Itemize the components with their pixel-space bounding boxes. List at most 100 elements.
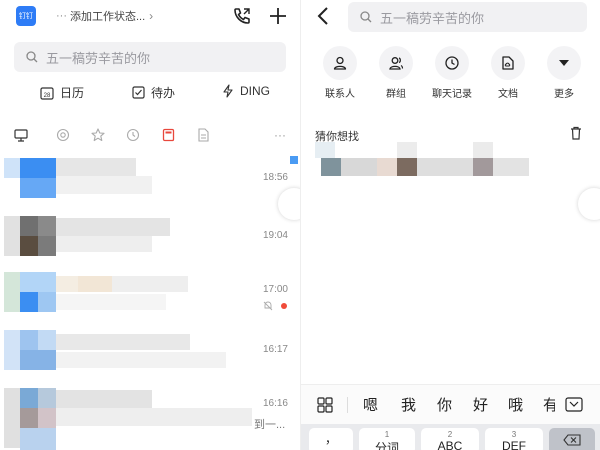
work-status-chip[interactable]: ··· 添加工作状态... › [56, 8, 153, 24]
contact-name [56, 158, 136, 176]
candidate-word[interactable]: 有 [543, 394, 555, 415]
chevron-right-icon: › [149, 9, 154, 23]
category-contacts[interactable]: 联系人 [318, 46, 362, 100]
candidate-word[interactable]: 嗯 [363, 394, 378, 415]
contact-name [56, 276, 78, 292]
ding-button[interactable]: DING [222, 84, 270, 98]
avatar [20, 408, 38, 428]
clock-icon[interactable] [124, 126, 142, 144]
avatar [20, 272, 56, 292]
search-icon [360, 11, 372, 23]
app-logo-text: 钉钉 [19, 13, 33, 20]
contact-name [56, 334, 190, 350]
candidate-word[interactable]: 好 [473, 394, 488, 415]
category-groups[interactable]: 群组 [374, 46, 418, 100]
status-dots-icon: ··· [56, 10, 67, 22]
avatar [20, 428, 56, 450]
trash-icon[interactable] [570, 126, 582, 140]
avatar [38, 408, 56, 428]
key-number: 1 [384, 430, 390, 439]
avatar [20, 158, 38, 178]
document-cloud-icon [491, 46, 525, 80]
chat-row[interactable]: 17:00 [0, 268, 300, 324]
plus-icon[interactable] [266, 4, 290, 28]
key-number: 3 [511, 430, 517, 439]
chat-row[interactable]: 19:04 [0, 210, 300, 266]
search-bar[interactable]: 五一稿劳辛苦的你 [14, 42, 286, 72]
collapse-keyboard-icon[interactable] [565, 397, 583, 412]
key-number: 2 [447, 430, 453, 439]
search-icon [26, 51, 38, 63]
avatar [38, 330, 56, 350]
ding-label: DING [240, 84, 270, 98]
category-documents[interactable]: 文档 [486, 46, 530, 100]
todo-check-icon [132, 86, 145, 99]
key-main: ABC [437, 439, 463, 450]
calendar-red-icon[interactable] [159, 126, 177, 144]
avatar [20, 178, 56, 198]
chat-time: 17:00 [262, 284, 288, 295]
chat-row[interactable]: 16:17 [0, 326, 300, 382]
key-3-def[interactable]: 3 DEF [485, 428, 543, 450]
at-icon[interactable] [54, 126, 72, 144]
todo-label: 待办 [151, 86, 176, 100]
suggestion-name [493, 158, 529, 176]
suggestion-name [473, 142, 493, 158]
category-label: 群组 [386, 89, 406, 100]
avatar [20, 388, 38, 408]
category-chat-history[interactable]: 聊天记录 [430, 46, 474, 100]
message-preview [56, 408, 252, 426]
star-icon[interactable] [89, 126, 107, 144]
chat-time: 16:17 [262, 344, 288, 355]
keyboard-grid-icon[interactable] [317, 397, 333, 413]
avatar [38, 292, 56, 312]
phone-call-icon[interactable] [230, 4, 254, 28]
search-category-row: 联系人 群组 聊天记录 文档 更多 [301, 46, 600, 106]
avatar [4, 216, 20, 256]
avatar [20, 330, 38, 350]
candidate-word[interactable]: 哦 [508, 394, 523, 415]
chat-row[interactable]: 16:16 到一... [0, 384, 300, 450]
contact-name [112, 276, 188, 292]
avatar [38, 236, 56, 256]
key-1-fenci[interactable]: 1 分词 [359, 428, 415, 450]
todo-button[interactable]: 待办 [132, 84, 175, 101]
category-label: 文档 [498, 89, 518, 100]
calendar-button[interactable]: 28 日历 [40, 84, 84, 101]
contact-person-icon [323, 46, 357, 80]
chat-history-clock-icon [435, 46, 469, 80]
calendar-label: 日历 [60, 86, 85, 100]
contact-name [78, 276, 112, 292]
pin-corner-badge [290, 156, 298, 164]
app-logo[interactable]: 钉钉 [16, 6, 36, 26]
avatar [4, 272, 20, 312]
document-icon[interactable] [194, 126, 212, 144]
back-arrow-icon[interactable] [315, 6, 333, 26]
avatar [4, 158, 20, 178]
ime-keyboard: ， 1 分词 2 ABC 3 DEF [301, 424, 600, 450]
candidate-word[interactable]: 我 [401, 394, 416, 415]
search-placeholder: 五一稿劳辛苦的你 [46, 50, 151, 66]
ime-candidate-bar: 嗯 我 你 好 哦 有 [301, 384, 600, 424]
chat-row[interactable]: 18:56 [0, 152, 300, 208]
search-panel: 五一稿劳辛苦的你 联系人 群组 聊天记录 文档 更多 猜你想找 嗯 我 你 好 … [300, 0, 600, 450]
message-snippet: 到一... [254, 419, 286, 431]
avatar [20, 292, 38, 312]
category-more[interactable]: 更多 [542, 46, 586, 100]
calendar-icon: 28 [40, 86, 54, 100]
search-input[interactable]: 五一稿劳辛苦的你 [348, 2, 587, 32]
more-dots-icon[interactable]: ··· [268, 126, 292, 144]
suggestion-avatar [321, 158, 341, 176]
backspace-key[interactable] [549, 428, 595, 450]
work-status-label: 添加工作状态... [70, 11, 146, 23]
message-preview [56, 294, 166, 310]
divider [347, 397, 348, 413]
message-preview [56, 352, 226, 368]
contact-name [56, 390, 152, 408]
key-comma[interactable]: ， [309, 428, 353, 450]
floating-assistant-bubble[interactable] [578, 188, 600, 220]
candidate-word[interactable]: 你 [437, 394, 452, 415]
key-2-abc[interactable]: 2 ABC [421, 428, 479, 450]
monitor-icon[interactable] [12, 126, 30, 144]
avatar [20, 236, 38, 256]
